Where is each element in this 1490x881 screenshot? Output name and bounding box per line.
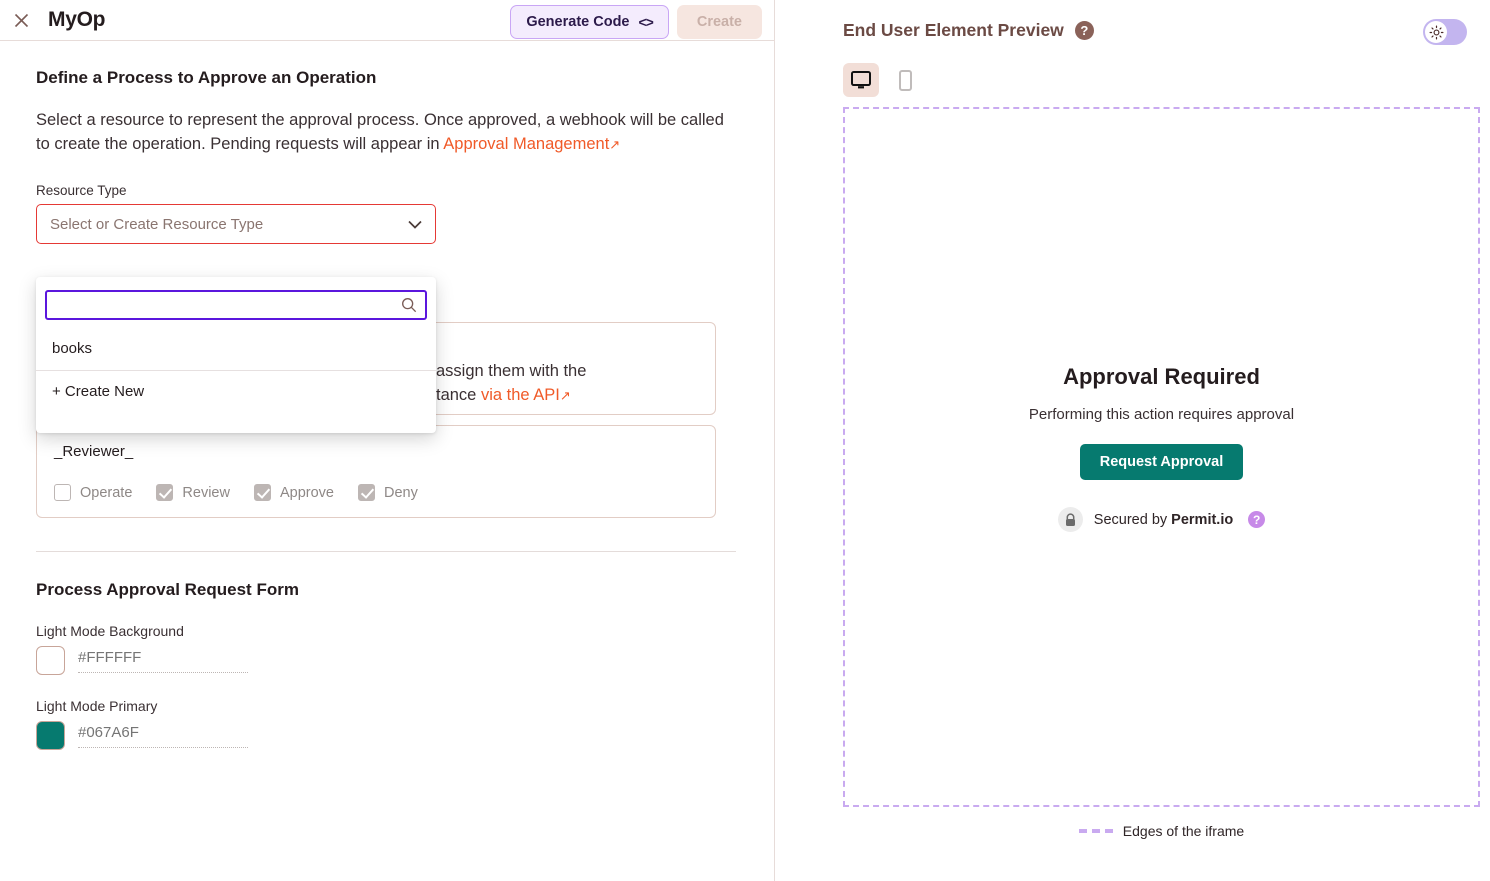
checkbox-label: Deny [384, 485, 418, 501]
checkbox-box [358, 484, 375, 501]
resource-type-label: Resource Type [36, 183, 738, 198]
device-tabs [775, 41, 1490, 97]
search-input[interactable] [55, 297, 401, 313]
occluded-line-2-prefix: tance [436, 386, 481, 404]
close-icon[interactable] [8, 7, 34, 33]
dropdown-search-box[interactable] [45, 290, 427, 320]
page-title: Define a Process to Approve an Operation [36, 68, 738, 88]
checkbox-review[interactable]: Review [156, 484, 230, 501]
create-button[interactable]: Create [677, 5, 762, 39]
desktop-icon[interactable] [843, 63, 879, 97]
checkbox-deny[interactable]: Deny [358, 484, 418, 501]
dropdown-create-new[interactable]: + Create New [36, 371, 436, 410]
color-label-background: Light Mode Background [36, 623, 738, 639]
mobile-glyph [899, 70, 912, 91]
resource-type-dropdown: books + Create New [36, 277, 436, 433]
preview-header: End User Element Preview ? [775, 0, 1490, 41]
approval-management-link[interactable]: Approval Management↗ [443, 135, 620, 153]
code-brackets-icon: <> [639, 14, 653, 30]
checkbox-box [254, 484, 271, 501]
external-link-arrow-icon: ↗ [609, 133, 620, 157]
table-row: _Reviewer_ Operate Review Approve [36, 425, 716, 518]
preview-heading: Approval Required [845, 364, 1478, 390]
color-row-background [36, 646, 738, 675]
occluded-description-text: assign them with the tance via the API↗ [436, 359, 586, 408]
color-swatch-background[interactable] [36, 646, 65, 675]
section-description: Select a resource to represent the appro… [36, 108, 726, 157]
checkbox-operate[interactable]: Operate [54, 484, 132, 501]
checkbox-label: Operate [80, 485, 132, 501]
theme-toggle-knob [1425, 21, 1447, 43]
chevron-down-icon [408, 220, 422, 229]
right-panel: End User Element Preview ? [775, 0, 1490, 881]
generate-code-button[interactable]: Generate Code <> [510, 5, 669, 39]
role-name: _Reviewer_ [54, 443, 698, 460]
search-icon [401, 297, 417, 313]
color-input-background[interactable] [78, 646, 248, 673]
color-input-primary[interactable] [78, 721, 248, 748]
color-row-primary [36, 721, 738, 750]
left-header: MyOp Generate Code <> Create [0, 0, 774, 41]
approval-management-label: Approval Management [443, 135, 609, 153]
secured-prefix: Secured by [1094, 512, 1171, 528]
app-title: MyOp [48, 8, 105, 32]
theme-toggle[interactable] [1423, 19, 1467, 45]
occluded-line-1: assign them with the [436, 359, 586, 383]
checkbox-label: Review [182, 485, 230, 501]
occluded-line-2: tance via the API↗ [436, 383, 586, 408]
secured-by-text: Secured by Permit.io [1094, 512, 1233, 528]
close-glyph [14, 13, 29, 28]
mobile-icon[interactable] [887, 63, 923, 97]
resource-type-placeholder: Select or Create Resource Type [50, 216, 408, 233]
iframe-legend: Edges of the iframe [843, 823, 1480, 839]
legend-dash-icon [1079, 829, 1113, 833]
description-text: Select a resource to represent the appro… [36, 111, 724, 153]
checkbox-approve[interactable]: Approve [254, 484, 334, 501]
header-actions: Generate Code <> Create [510, 5, 762, 39]
checkbox-box [156, 484, 173, 501]
checkbox-label: Approve [280, 485, 334, 501]
lock-glyph [1064, 513, 1077, 527]
left-body: Define a Process to Approve an Operation… [0, 41, 774, 881]
color-label-primary: Light Mode Primary [36, 698, 738, 714]
via-the-api-link[interactable]: via the API↗ [481, 386, 571, 404]
iframe-preview: Approval Required Performing this action… [843, 107, 1480, 807]
secured-help-badge[interactable]: ? [1248, 511, 1265, 528]
desktop-glyph [851, 71, 871, 90]
sun-icon [1429, 25, 1444, 40]
preview-content: Approval Required Performing this action… [845, 364, 1478, 532]
help-icon[interactable]: ? [1075, 21, 1094, 40]
preview-title: End User Element Preview [843, 20, 1064, 41]
dropdown-search-wrap [36, 277, 436, 331]
external-link-arrow-icon-2: ↗ [560, 384, 571, 408]
resource-type-select[interactable]: Select or Create Resource Type [36, 204, 436, 244]
left-panel: MyOp Generate Code <> Create Define a Pr… [0, 0, 775, 881]
legend-label: Edges of the iframe [1123, 823, 1244, 839]
via-the-api-label: via the API [481, 386, 560, 404]
form-section-title: Process Approval Request Form [36, 580, 738, 600]
preview-subtext: Performing this action requires approval [845, 406, 1478, 423]
color-swatch-primary[interactable] [36, 721, 65, 750]
generate-code-label: Generate Code [526, 14, 629, 30]
dropdown-option-books[interactable]: books [36, 331, 436, 370]
lock-icon [1058, 507, 1083, 532]
secured-by-row: Secured by Permit.io ? [845, 507, 1478, 532]
role-actions: Operate Review Approve Deny [54, 484, 698, 501]
divider [36, 551, 736, 552]
secured-brand: Permit.io [1171, 512, 1233, 528]
request-approval-button[interactable]: Request Approval [1080, 444, 1244, 480]
app-root: MyOp Generate Code <> Create Define a Pr… [0, 0, 1490, 881]
checkbox-box [54, 484, 71, 501]
